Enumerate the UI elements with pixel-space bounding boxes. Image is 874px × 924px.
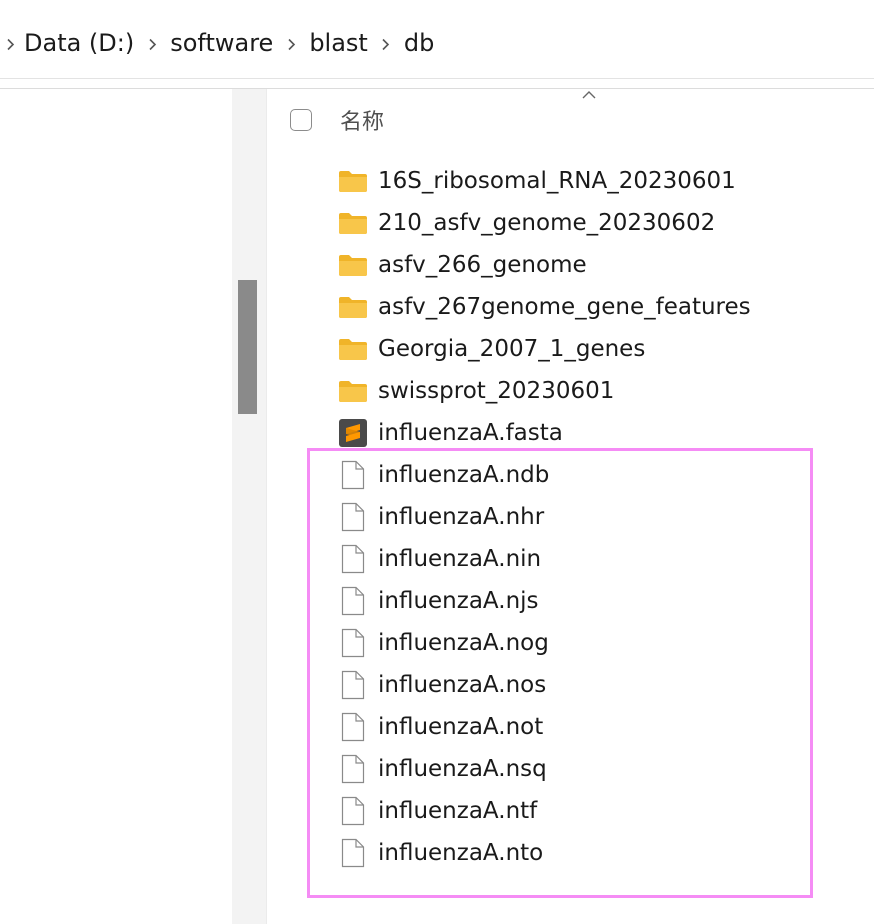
nav-scrollbar-track[interactable] [232,89,266,924]
file-row[interactable]: asfv_266_genome [336,244,856,286]
file-row[interactable]: 210_asfv_genome_20230602 [336,202,856,244]
file-name[interactable]: influenzaA.njs [378,588,539,614]
file-row[interactable]: influenzaA.fasta [336,412,856,454]
breadcrumb-item-db[interactable]: db [400,0,438,87]
file-icon [336,628,370,658]
address-bar: Data (D:) software blast db [0,0,874,79]
file-row[interactable]: influenzaA.nin [336,538,856,580]
file-icon [336,544,370,574]
file-icon [336,586,370,616]
select-all-checkbox[interactable] [290,109,312,131]
file-row[interactable]: Georgia_2007_1_genes [336,328,856,370]
column-header: 名称 [290,100,384,140]
column-header-name[interactable]: 名称 [340,104,384,136]
folder-icon [336,376,370,406]
file-row[interactable]: influenzaA.nhr [336,496,856,538]
file-row[interactable]: swissprot_20230601 [336,370,856,412]
file-name[interactable]: swissprot_20230601 [378,378,614,404]
file-name[interactable]: influenzaA.nsq [378,756,547,782]
folder-icon [336,334,370,364]
file-icon [336,460,370,490]
file-name[interactable]: influenzaA.not [378,714,543,740]
chevron-right-icon[interactable] [372,0,400,88]
file-name[interactable]: influenzaA.nto [378,840,543,866]
file-icon [336,796,370,826]
file-icon [336,712,370,742]
file-row[interactable]: influenzaA.ntf [336,790,856,832]
folder-icon [336,250,370,280]
file-name[interactable]: 16S_ribosomal_RNA_20230601 [378,168,736,194]
file-icon [336,670,370,700]
file-row[interactable]: influenzaA.ndb [336,454,856,496]
folder-icon [336,166,370,196]
file-name[interactable]: influenzaA.ndb [378,462,549,488]
folder-icon [336,292,370,322]
file-list: 16S_ribosomal_RNA_20230601 210_asfv_genom… [336,160,856,874]
file-row[interactable]: asfv_267genome_gene_features [336,286,856,328]
file-icon [336,502,370,532]
file-row[interactable]: influenzaA.nto [336,832,856,874]
chevron-right-icon[interactable] [0,0,20,88]
file-row[interactable]: influenzaA.nsq [336,748,856,790]
file-icon [336,754,370,784]
file-name[interactable]: influenzaA.ntf [378,798,537,824]
sublime-file-icon [336,418,370,448]
file-row[interactable]: influenzaA.nog [336,622,856,664]
chevron-right-icon[interactable] [138,0,166,88]
file-name[interactable]: influenzaA.fasta [378,420,563,446]
breadcrumb-item-drive[interactable]: Data (D:) [20,0,138,87]
chevron-right-icon[interactable] [277,0,305,88]
file-row[interactable]: influenzaA.nos [336,664,856,706]
file-name[interactable]: asfv_266_genome [378,252,587,278]
file-name[interactable]: Georgia_2007_1_genes [378,336,645,362]
folder-icon [336,208,370,238]
file-row[interactable]: influenzaA.njs [336,580,856,622]
file-name[interactable]: 210_asfv_genome_20230602 [378,210,715,236]
file-name[interactable]: influenzaA.nog [378,630,549,656]
file-row[interactable]: influenzaA.not [336,706,856,748]
nav-scrollbar-thumb[interactable] [238,280,257,414]
pane-splitter[interactable] [266,89,267,924]
navigation-pane [0,89,232,924]
file-row[interactable]: 16S_ribosomal_RNA_20230601 [336,160,856,202]
file-icon [336,838,370,868]
file-name[interactable]: influenzaA.nhr [378,504,544,530]
breadcrumb-item-blast[interactable]: blast [305,0,372,87]
sort-ascending-icon [582,91,596,99]
breadcrumb-item-software[interactable]: software [166,0,277,87]
file-name[interactable]: asfv_267genome_gene_features [378,294,751,320]
file-name[interactable]: influenzaA.nin [378,546,541,572]
breadcrumb: Data (D:) software blast db [0,0,438,88]
file-name[interactable]: influenzaA.nos [378,672,546,698]
